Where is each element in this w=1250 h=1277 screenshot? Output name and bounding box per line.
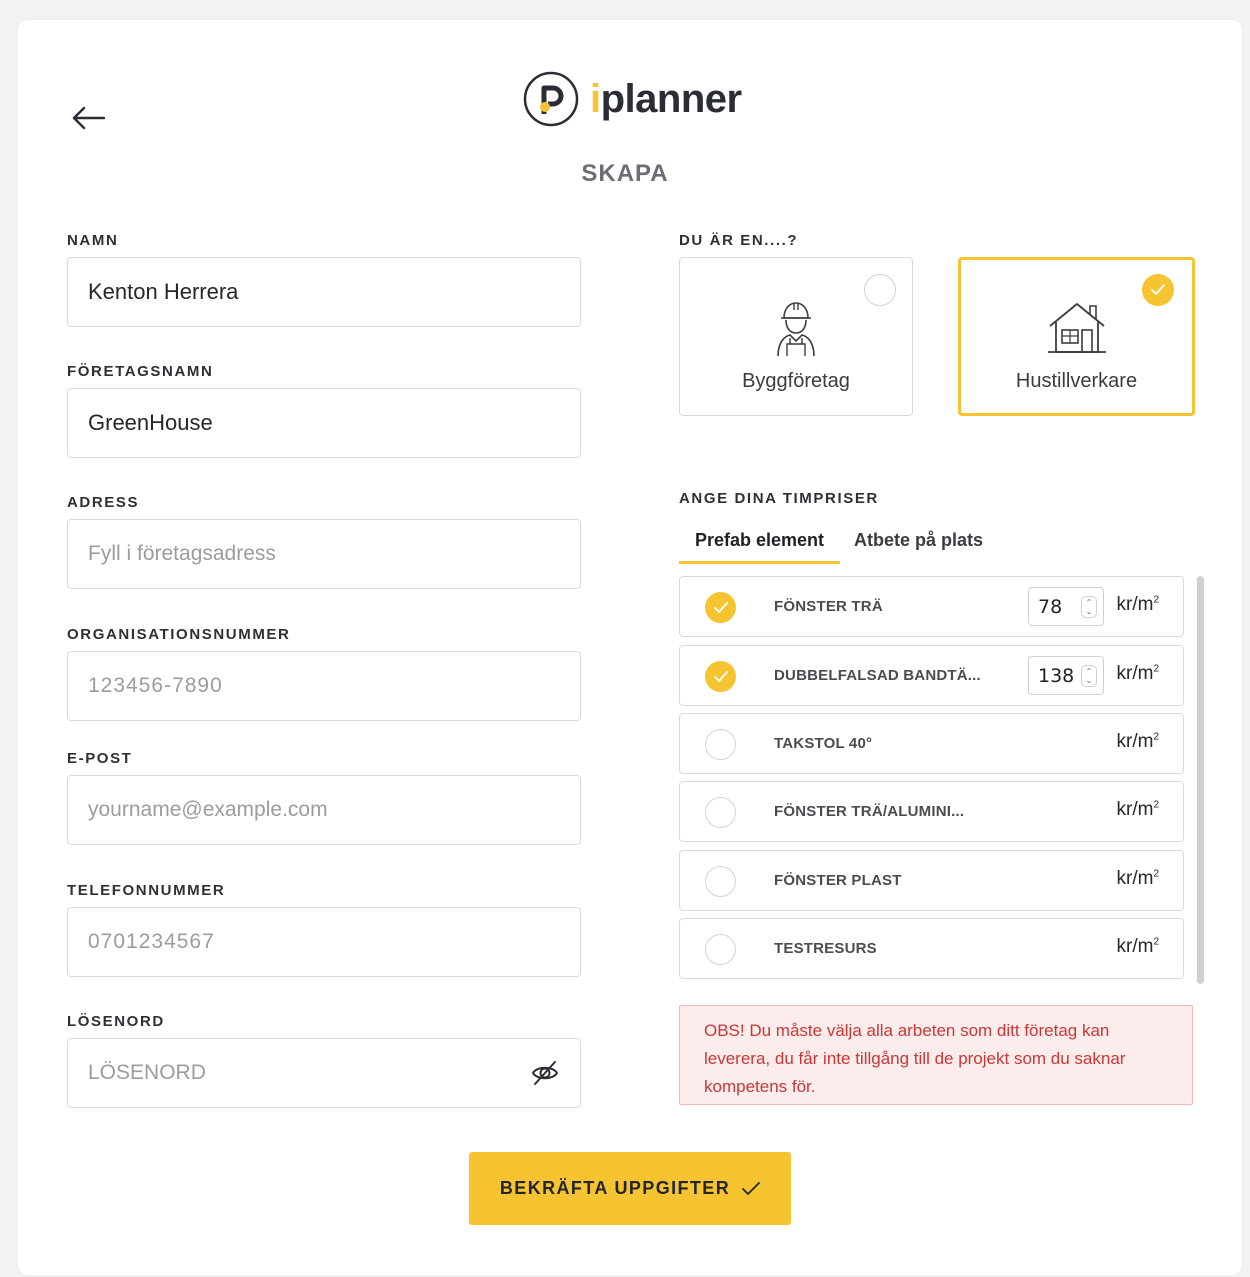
- price-unit: kr/m2: [1116, 936, 1160, 957]
- password-placeholder: LÖSENORD: [88, 1061, 206, 1084]
- orgnr-field[interactable]: 123456-7890: [67, 651, 581, 721]
- brand-logo: iplanner: [522, 70, 742, 128]
- name-field[interactable]: Kenton Herrera: [67, 257, 581, 327]
- pricing-item-label: FÖNSTER TRÄ: [774, 598, 883, 615]
- checkmark-icon: [742, 1181, 760, 1195]
- price-unit: kr/m2: [1116, 663, 1160, 684]
- eye-slash-icon[interactable]: [530, 1058, 560, 1088]
- phone-placeholder: 0701234567: [88, 930, 215, 953]
- page-title: SKAPA: [581, 160, 669, 187]
- house-icon: [1047, 303, 1106, 353]
- address-label: ADRESS: [67, 494, 140, 511]
- price-input[interactable]: 138 ⌃ ⌄: [1028, 656, 1104, 695]
- pricing-checkbox-unchecked[interactable]: [705, 729, 736, 760]
- price-stepper[interactable]: ⌃ ⌄: [1081, 596, 1097, 618]
- pricing-tabs: Prefab element Atbete på plats: [679, 524, 1179, 564]
- pricing-row: TAKSTOL 40° kr/m2: [679, 713, 1184, 774]
- orgnr-placeholder: 123456-7890: [88, 674, 223, 697]
- checkmark-icon: [1151, 284, 1165, 295]
- company-value: GreenHouse: [88, 410, 213, 435]
- pricing-checkbox-checked[interactable]: [705, 592, 736, 623]
- price-stepper[interactable]: ⌃ ⌄: [1081, 665, 1097, 687]
- price-value: 138: [1038, 664, 1075, 687]
- orgnr-label: ORGANISATIONSNUMMER: [67, 626, 291, 643]
- name-label: NAMN: [67, 232, 119, 249]
- radio-selected[interactable]: [1142, 274, 1174, 306]
- phone-field[interactable]: 0701234567: [67, 907, 581, 977]
- pricing-checkbox-unchecked[interactable]: [705, 934, 736, 965]
- role-option-label: Byggföretag: [742, 370, 850, 392]
- price-unit: kr/m2: [1116, 799, 1160, 820]
- role-option-byggforetag[interactable]: Byggföretag: [679, 257, 913, 416]
- address-placeholder: Fyll i företagsadress: [88, 542, 276, 565]
- password-field[interactable]: LÖSENORD: [67, 1038, 581, 1108]
- back-button[interactable]: [70, 104, 106, 132]
- pricing-item-label: DUBBELFALSAD BANDTÄ...: [774, 667, 981, 684]
- price-input[interactable]: 78 ⌃ ⌄: [1028, 587, 1104, 626]
- pricing-row: TESTRESURS kr/m2: [679, 918, 1184, 979]
- confirm-button[interactable]: BEKRÄFTA UPPGIFTER: [469, 1152, 791, 1225]
- password-label: LÖSENORD: [67, 1013, 165, 1030]
- arrow-left-icon: [72, 106, 106, 130]
- construction-worker-icon: [777, 302, 815, 357]
- pricing-item-label: TESTRESURS: [774, 940, 877, 957]
- pricing-row: DUBBELFALSAD BANDTÄ... 138 ⌃ ⌄ kr/m2: [679, 645, 1184, 706]
- company-label: FÖRETAGSNAMN: [67, 363, 214, 380]
- role-label: DU ÄR EN....?: [679, 232, 799, 249]
- pricing-row: FÖNSTER PLAST kr/m2: [679, 850, 1184, 911]
- pricing-checkbox-unchecked[interactable]: [705, 866, 736, 897]
- iplanner-logo-icon: [523, 71, 579, 127]
- role-option-label: Hustillverkare: [1015, 370, 1138, 392]
- confirm-button-label: BEKRÄFTA UPPGIFTER: [499, 1178, 731, 1198]
- email-field[interactable]: yourname@example.com: [67, 775, 581, 845]
- pricing-row: FÖNSTER TRÄ 78 ⌃ ⌄ kr/m2: [679, 576, 1184, 637]
- brand-wordmark: iplanner: [590, 76, 742, 121]
- pricing-checkbox-unchecked[interactable]: [705, 797, 736, 828]
- email-label: E-POST: [67, 750, 133, 767]
- email-placeholder: yourname@example.com: [88, 798, 328, 821]
- tab-atbete-pa-plats[interactable]: Atbete på plats: [854, 524, 983, 564]
- pricing-scrollbar[interactable]: [1197, 576, 1204, 984]
- name-value: Kenton Herrera: [88, 279, 239, 304]
- pricing-item-label: FÖNSTER PLAST: [774, 872, 902, 889]
- price-value: 78: [1038, 595, 1063, 618]
- checkmark-icon: [713, 601, 728, 613]
- role-option-hustillverkare[interactable]: Hustillverkare: [958, 257, 1195, 416]
- pricing-row: FÖNSTER TRÄ/ALUMINI... kr/m2: [679, 781, 1184, 842]
- warning-notice: OBS! Du måste välja alla arbeten som dit…: [679, 1005, 1193, 1105]
- pricing-label: ANGE DINA TIMPRISER: [679, 490, 879, 507]
- radio-unselected[interactable]: [864, 274, 896, 306]
- company-field[interactable]: GreenHouse: [67, 388, 581, 458]
- address-field[interactable]: Fyll i företagsadress: [67, 519, 581, 589]
- pricing-checkbox-checked[interactable]: [705, 661, 736, 692]
- price-unit: kr/m2: [1116, 731, 1160, 752]
- pricing-item-label: FÖNSTER TRÄ/ALUMINI...: [774, 803, 965, 820]
- checkmark-icon: [713, 670, 728, 682]
- price-unit: kr/m2: [1116, 868, 1160, 889]
- price-unit: kr/m2: [1116, 594, 1160, 615]
- phone-label: TELEFONNUMMER: [67, 882, 226, 899]
- pricing-item-label: TAKSTOL 40°: [774, 735, 873, 752]
- tab-prefab-element[interactable]: Prefab element: [679, 524, 840, 564]
